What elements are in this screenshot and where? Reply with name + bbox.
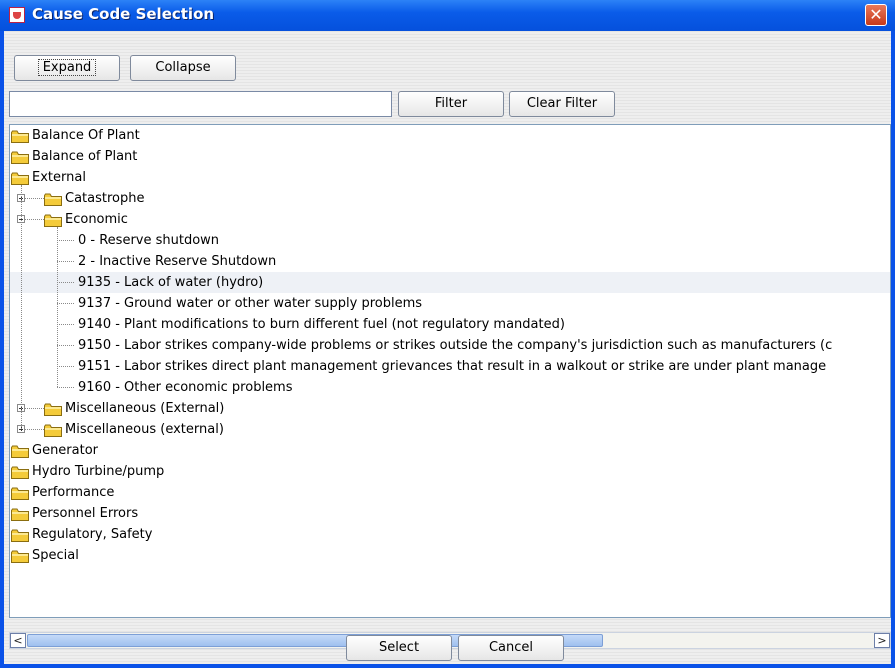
scroll-left-arrow[interactable]: < [10, 633, 26, 648]
tree-item-label: 9150 - Labor strikes company-wide proble… [78, 338, 833, 353]
tree-folder-item[interactable]: Balance Of Plant [10, 125, 890, 146]
tree-folder-item[interactable]: Personnel Errors [10, 503, 890, 524]
expand-button[interactable]: Expand [14, 55, 120, 81]
tree-leaf-item[interactable]: 2 - Inactive Reserve Shutdown [10, 251, 890, 272]
tree-item-label: Miscellaneous (External) [65, 401, 225, 416]
folder-icon [11, 486, 29, 500]
folder-icon [44, 192, 62, 206]
tree-folder-item[interactable]: Miscellaneous (External) [10, 398, 890, 419]
tree-item-label: Generator [32, 443, 99, 458]
tree-folder-item[interactable]: Balance of Plant [10, 146, 890, 167]
tree-connector [57, 227, 58, 387]
tree-folder-item[interactable]: Miscellaneous (external) [10, 419, 890, 440]
tree-folder-item[interactable]: External [10, 167, 890, 188]
tree-item-label: 2 - Inactive Reserve Shutdown [78, 254, 277, 269]
tree-leaf-item[interactable]: 9140 - Plant modifications to burn diffe… [10, 314, 890, 335]
tree-folder-item[interactable]: Regulatory, Safety [10, 524, 890, 545]
folder-icon [44, 402, 62, 416]
folder-icon [11, 465, 29, 479]
tree-item-label: Special [32, 548, 79, 563]
filter-button-label: Filter [434, 96, 468, 111]
cancel-button-label: Cancel [488, 640, 534, 655]
tree-connector [57, 282, 74, 283]
folder-icon [11, 444, 29, 458]
tree-item-label: Hydro Turbine/pump [32, 464, 165, 479]
tree-connector [21, 185, 22, 429]
cancel-button[interactable]: Cancel [458, 635, 564, 661]
tree-folder-item[interactable]: Economic [10, 209, 890, 230]
tree-leaf-item[interactable]: 9137 - Ground water or other water suppl… [10, 293, 890, 314]
tree-leaf-item[interactable]: 9150 - Labor strikes company-wide proble… [10, 335, 890, 356]
scroll-right-arrow[interactable]: > [874, 633, 890, 648]
window-title: Cause Code Selection [32, 5, 215, 23]
tree-connector [57, 366, 74, 367]
tree-connector [57, 387, 74, 388]
tree-folder-item[interactable]: Catastrophe [10, 188, 890, 209]
filter-button[interactable]: Filter [398, 91, 504, 117]
tree-item-label: Economic [65, 212, 128, 227]
tree-connector [57, 240, 74, 241]
tree-item-label: Catastrophe [65, 191, 145, 206]
tree-item-label: 9140 - Plant modifications to burn diffe… [78, 317, 565, 332]
tree-item-label: 0 - Reserve shutdown [78, 233, 220, 248]
tree-leaf-item[interactable]: 0 - Reserve shutdown [10, 230, 890, 251]
folder-icon [11, 549, 29, 563]
tree-item-label: 9151 - Labor strikes direct plant manage… [78, 359, 827, 374]
tree-connector [25, 198, 44, 199]
clear-filter-button[interactable]: Clear Filter [509, 91, 615, 117]
collapse-button-label: Collapse [155, 60, 211, 75]
tree-item-label: 9137 - Ground water or other water suppl… [78, 296, 423, 311]
tree-item-label: Balance Of Plant [32, 128, 140, 143]
tree-leaf-item[interactable]: 9160 - Other economic problems [10, 377, 890, 398]
expand-button-label: Expand [37, 59, 97, 76]
collapse-button[interactable]: Collapse [130, 55, 236, 81]
tree-connector [25, 429, 44, 430]
folder-icon [11, 171, 29, 185]
close-button[interactable]: ✕ [865, 4, 887, 26]
title-bar[interactable]: Cause Code Selection ✕ [0, 0, 895, 31]
tree-connector [57, 261, 74, 262]
tree-item-label: Balance of Plant [32, 149, 138, 164]
tree-leaf-item[interactable]: 9151 - Labor strikes direct plant manage… [10, 356, 890, 377]
tree-leaf-item[interactable]: 9135 - Lack of water (hydro) [10, 272, 890, 293]
filter-input[interactable] [9, 91, 392, 117]
cause-code-tree[interactable]: Balance Of Plant Balance of Plant External… [9, 124, 891, 618]
tree-item-label: 9160 - Other economic problems [78, 380, 293, 395]
tree-item-label: Miscellaneous (external) [65, 422, 224, 437]
folder-icon [11, 129, 29, 143]
folder-icon [44, 213, 62, 227]
tree-connector [57, 324, 74, 325]
tree-folder-item[interactable]: Special [10, 545, 890, 566]
tree-folder-item[interactable]: Hydro Turbine/pump [10, 461, 890, 482]
folder-icon [11, 150, 29, 164]
dialog-window: Cause Code Selection ✕ Expand Collapse F… [0, 0, 895, 668]
tree-item-label: Performance [32, 485, 115, 500]
tree-connector [25, 219, 44, 220]
tree-item-label: External [32, 170, 86, 185]
clear-filter-button-label: Clear Filter [526, 96, 598, 111]
tree-folder-item[interactable]: Generator [10, 440, 890, 461]
tree-folder-item[interactable]: Performance [10, 482, 890, 503]
dialog-content: Expand Collapse Filter Clear Filter Bala… [4, 31, 891, 664]
tree-item-label: Regulatory, Safety [32, 527, 153, 542]
tree-connector [57, 303, 74, 304]
tree-item-label: Personnel Errors [32, 506, 139, 521]
java-cup-icon [9, 7, 25, 23]
select-button-label: Select [378, 640, 420, 655]
folder-icon [11, 507, 29, 521]
folder-icon [11, 528, 29, 542]
tree-connector [25, 408, 44, 409]
tree-item-label: 9135 - Lack of water (hydro) [78, 275, 264, 290]
tree-connector [57, 345, 74, 346]
select-button[interactable]: Select [346, 635, 452, 661]
folder-icon [44, 423, 62, 437]
